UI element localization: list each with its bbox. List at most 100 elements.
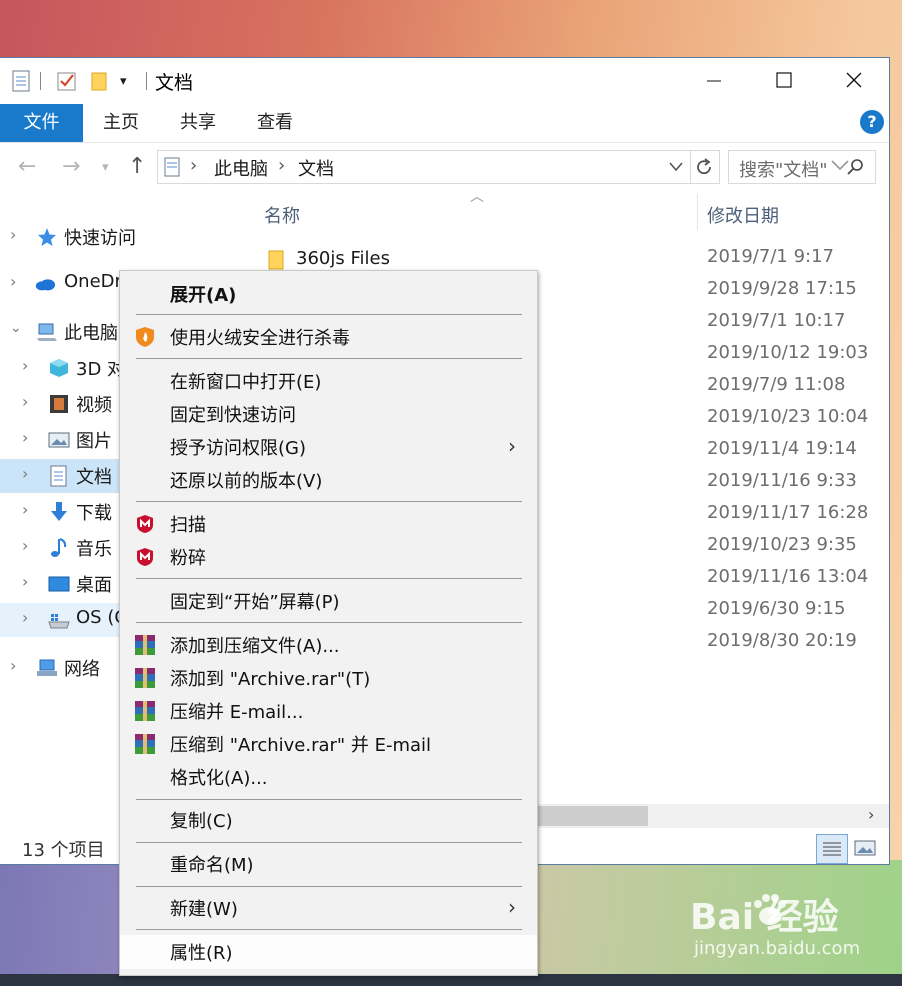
- search-input[interactable]: 搜索"文档": [728, 150, 876, 184]
- baidu-watermark: Bai 经验 jingyan.baidu.com: [690, 888, 900, 968]
- menu-item-properties[interactable]: 属性(R): [120, 935, 537, 969]
- menu-item-shred[interactable]: 粉碎: [120, 542, 537, 572]
- network-icon: [37, 659, 57, 676]
- menu-item-format[interactable]: 格式化(A)...: [120, 762, 537, 792]
- menu-item-open-new-window[interactable]: 在新窗口中打开(E): [120, 366, 537, 396]
- computer-icon: [37, 323, 57, 341]
- maximize-button[interactable]: [749, 58, 819, 102]
- recent-locations-icon[interactable]: ▾: [102, 160, 109, 175]
- submenu-arrow-icon: ›: [508, 895, 516, 919]
- expand-chevron-icon: ›: [10, 225, 17, 244]
- menu-label: 使用火绒安全进行杀毒: [170, 328, 350, 349]
- tab-home[interactable]: 主页: [103, 104, 139, 142]
- menu-item-add-archive[interactable]: 添加到压缩文件(A)...: [120, 630, 537, 660]
- title-bar: ▾ 文档: [0, 58, 889, 102]
- menu-item-huorong-scan[interactable]: 使用火绒安全进行杀毒: [120, 322, 537, 352]
- breadcrumb-documents[interactable]: 文档: [298, 155, 334, 181]
- nav-label: OneDr: [64, 271, 122, 292]
- music-note-icon: [51, 538, 67, 557]
- shield-fire-icon: [136, 327, 154, 347]
- minimize-button[interactable]: [679, 58, 749, 102]
- nav-label: 图片: [76, 431, 112, 452]
- menu-item-compress-rar-email[interactable]: 压缩到 "Archive.rar" 并 E-mail: [120, 729, 537, 759]
- file-date: 2019/9/28 17:15: [707, 278, 857, 299]
- expand-chevron-icon: ›: [22, 356, 29, 375]
- nav-label: 快速访问: [64, 228, 136, 249]
- address-bar[interactable]: › 此电脑 › 文档: [157, 150, 691, 184]
- paw-icon: [754, 894, 786, 925]
- menu-label: 添加到 "Archive.rar"(T): [170, 669, 371, 690]
- download-arrow-icon: [51, 502, 67, 521]
- column-divider[interactable]: [697, 194, 698, 230]
- file-date: 2019/10/23 10:04: [707, 406, 869, 427]
- forward-arrow-icon[interactable]: →: [62, 154, 80, 179]
- scroll-right-icon[interactable]: ›: [868, 805, 874, 824]
- back-arrow-icon[interactable]: ←: [18, 154, 36, 179]
- nav-label: 下载: [76, 503, 112, 524]
- breadcrumb-this-pc[interactable]: 此电脑: [214, 155, 268, 181]
- document-icon: [50, 465, 67, 487]
- menu-item-rename[interactable]: 重命名(M): [120, 849, 537, 879]
- menu-separator: [136, 842, 522, 843]
- address-dropdown-icon[interactable]: [668, 161, 684, 173]
- up-arrow-icon[interactable]: ↑: [128, 154, 146, 179]
- breadcrumb-chevron-icon: ›: [278, 155, 286, 176]
- folder-icon: [268, 250, 284, 270]
- expand-chevron-icon: ›: [22, 500, 29, 519]
- menu-label: 添加到压缩文件(A)...: [170, 636, 340, 657]
- menu-item-restore-versions[interactable]: 还原以前的版本(V): [120, 465, 537, 495]
- menu-item-grant-access[interactable]: 授予访问权限(G) ›: [120, 432, 537, 462]
- column-header-date[interactable]: 修改日期: [707, 202, 779, 228]
- menu-item-expand[interactable]: 展开(A): [120, 279, 537, 309]
- tab-share[interactable]: 共享: [180, 104, 216, 142]
- item-count: 13 个项目: [22, 840, 105, 861]
- tab-file[interactable]: 文件: [0, 104, 83, 142]
- file-date: 2019/7/1 10:17: [707, 310, 846, 331]
- menu-label: 扫描: [170, 515, 206, 536]
- file-date: 2019/11/16 13:04: [707, 566, 869, 587]
- menu-separator: [136, 578, 522, 579]
- refresh-button[interactable]: [689, 150, 720, 184]
- sort-up-icon: ︿: [470, 189, 484, 205]
- expand-chevron-icon: ›: [22, 536, 29, 555]
- properties-check-icon[interactable]: [56, 70, 78, 92]
- nav-label: 网络: [64, 659, 100, 680]
- file-name: 360js Files: [296, 248, 390, 269]
- cloud-icon: [35, 279, 56, 291]
- file-date: 2019/6/30 9:15: [707, 598, 846, 619]
- expand-chevron-icon: ›: [10, 272, 17, 291]
- nav-quick-access[interactable]: › 快速访问: [0, 220, 236, 254]
- menu-item-copy[interactable]: 复制(C): [120, 805, 537, 835]
- search-placeholder: 搜索"文档": [739, 160, 828, 181]
- menu-item-pin-quick-access[interactable]: 固定到快速访问: [120, 399, 537, 429]
- scrollbar-thumb[interactable]: [536, 806, 648, 826]
- tab-view[interactable]: 查看: [257, 104, 293, 142]
- horizontal-scrollbar[interactable]: ›: [536, 804, 889, 828]
- menu-item-add-rar[interactable]: 添加到 "Archive.rar"(T): [120, 663, 537, 693]
- menu-label: 粉碎: [170, 548, 206, 569]
- title-separator: [146, 72, 147, 90]
- new-folder-icon[interactable]: [90, 70, 108, 92]
- menu-label: 属性(R): [170, 943, 233, 964]
- details-view-button[interactable]: [816, 834, 848, 864]
- picture-icon: [48, 432, 70, 448]
- breadcrumb-chevron-icon: ›: [190, 155, 198, 176]
- large-icons-view-button[interactable]: [850, 834, 880, 862]
- menu-label: 新建(W): [170, 899, 238, 920]
- window-title: 文档: [155, 72, 194, 94]
- menu-item-pin-start[interactable]: 固定到“开始”屏幕(P): [120, 586, 537, 616]
- refresh-icon: [697, 158, 711, 175]
- quick-access-dropdown-icon[interactable]: ▾: [120, 70, 127, 92]
- file-date: 2019/7/1 9:17: [707, 246, 834, 267]
- menu-label: 压缩并 E-mail...: [170, 702, 304, 723]
- menu-item-scan[interactable]: 扫描: [120, 509, 537, 539]
- column-header-name[interactable]: 名称: [264, 202, 300, 228]
- menu-label: 复制(C): [170, 811, 233, 832]
- help-button[interactable]: ?: [860, 110, 884, 134]
- nav-label: 文档: [76, 467, 112, 488]
- minimize-icon: [707, 80, 721, 82]
- menu-item-new[interactable]: 新建(W) ›: [120, 893, 537, 923]
- menu-item-compress-email[interactable]: 压缩并 E-mail...: [120, 696, 537, 726]
- winrar-icon: [135, 635, 155, 655]
- close-button[interactable]: [819, 58, 889, 102]
